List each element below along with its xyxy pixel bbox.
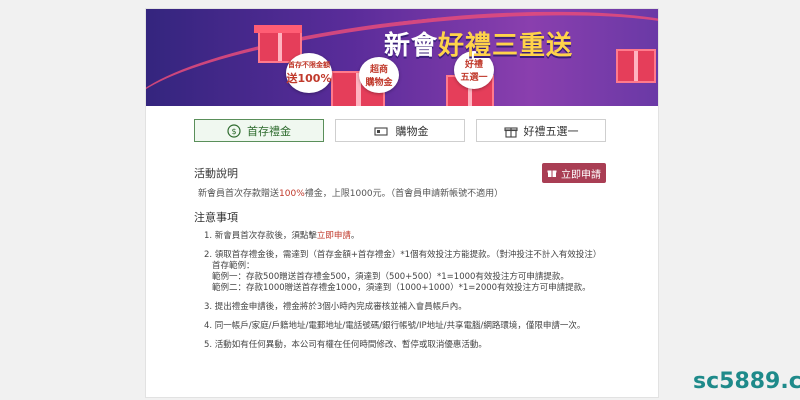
tab-label: 好禮五選一 [523,124,579,138]
banner-title: 新會好禮三重送 [384,25,573,62]
note-item: 4. 同一帳戶/家庭/戶籍地址/電郵地址/電話號碼/銀行帳號/IP地址/共享電腦… [204,321,586,331]
banner-title-part1: 新會 [384,31,439,61]
bubble-line: 首存不限金額 [288,61,330,69]
apply-link[interactable]: 立即申請 [317,231,351,241]
tab-gift[interactable]: 好禮五選一 [476,119,606,142]
notes-list: 1. 新會員首次存款後，須點擊立即申請。 2. 領取首存禮金後，需達到（首存金額… [204,231,644,359]
banner-title-part2: 好禮三重送 [438,31,574,61]
notes-heading: 注意事項 [194,211,238,224]
svg-text:$: $ [231,127,236,136]
note-item: 5. 活動如有任何異動，本公司有權在任何時間修改、暫停或取消優惠活動。 [204,340,487,350]
desc-suffix: 禮金，上限1000元。（首會員申請新帳號不適用） [304,189,504,199]
promo-tabs: $ 首存禮金 購物金 好禮五選一 [194,119,608,144]
tab-first-deposit[interactable]: $ 首存禮金 [194,119,324,142]
note-subitem: 範例一：存款500贈送首存禮金500，須達到（500+500）*1=1000有效… [212,272,569,282]
tab-label: 購物金 [395,124,429,138]
promo-card: 首存不限金額 送100% 超商 購物金 好禮 五選一 新會好禮三重送 $ 首存禮… [145,8,659,398]
bubble-first-deposit: 首存不限金額 送100% [286,53,332,93]
site-watermark: sc5889.com [693,369,800,394]
note-subitem: 範例二：存款1000贈送首存禮金1000，須達到（1000+1000）*1=20… [212,283,591,293]
gift-icon [547,170,557,177]
desc-highlight: 100% [279,189,305,199]
bubble-line: 送100% [286,72,332,85]
gift-box-decoration [616,49,656,83]
note-subitem: 首存範例： [212,261,255,271]
gift-icon [503,126,518,138]
note-item: 3. 提出禮金申請後，禮金將於3個小時內完成審核並補入會員帳戶內。 [204,302,467,312]
ticket-icon [373,126,388,136]
promo-banner: 首存不限金額 送100% 超商 購物金 好禮 五選一 新會好禮三重送 [146,9,658,106]
apply-label: 立即申請 [561,169,601,181]
activity-description: 新會員首次存款贈送100%禮金，上限1000元。（首會員申請新帳號不適用） [198,186,503,199]
note-text: 1. 新會員首次存款後，須點擊 [204,231,317,241]
gift-lid-decoration [254,25,302,33]
bubble-shopping: 超商 購物金 [359,57,399,93]
note-item: 1. 新會員首次存款後，須點擊立即申請。 [204,231,644,242]
tab-label: 首存禮金 [247,124,291,138]
coin-icon: $ [227,123,241,138]
desc-prefix: 新會員首次存款贈送 [198,189,280,199]
bubble-line: 購物金 [365,78,393,88]
bubble-line: 五選一 [460,73,488,83]
activity-heading: 活動說明 [194,167,238,180]
note-text: 。 [350,231,360,241]
note-item: 2. 領取首存禮金後，需達到（首存金額+首存禮金）*1個有效投注方能提款。（對沖… [204,250,602,260]
bubble-line: 超商 [369,65,388,75]
apply-button[interactable]: 立即申請 [542,163,606,183]
tab-shopping[interactable]: 購物金 [335,119,465,142]
